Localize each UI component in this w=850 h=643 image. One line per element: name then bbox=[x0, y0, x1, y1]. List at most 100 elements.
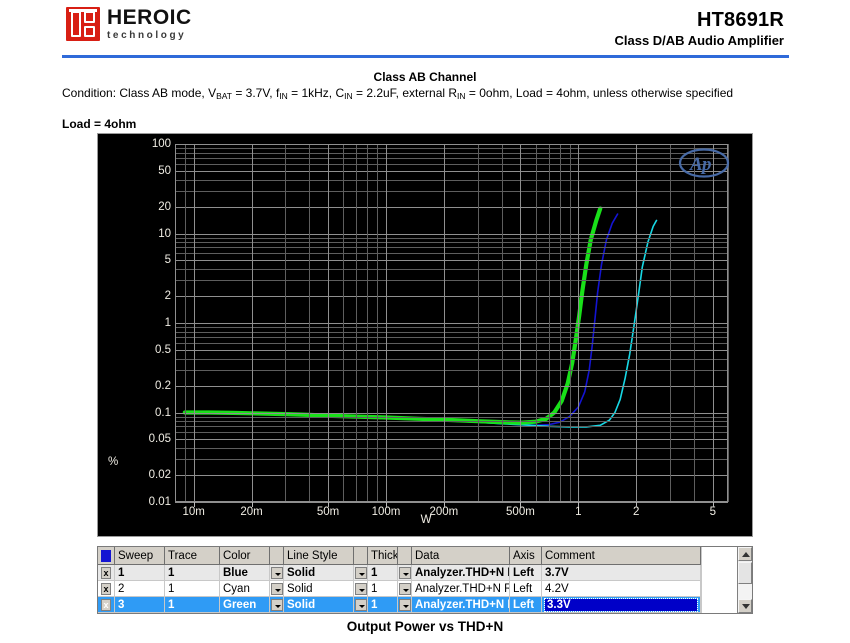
line-style-dropdown[interactable] bbox=[354, 597, 368, 612]
legend-empty-area bbox=[701, 547, 737, 613]
gridline-v bbox=[443, 144, 445, 502]
plot-border bbox=[175, 501, 728, 502]
cell-thick[interactable]: 1 bbox=[368, 565, 398, 580]
chevron-down-icon[interactable] bbox=[398, 598, 411, 611]
x-axis-tick bbox=[520, 502, 522, 507]
scroll-down-icon[interactable] bbox=[738, 599, 752, 613]
row-toggle[interactable]: x bbox=[98, 597, 115, 612]
chevron-down-icon[interactable] bbox=[270, 566, 283, 579]
part-number: HT8691R bbox=[697, 9, 784, 31]
gridline-h bbox=[175, 426, 728, 428]
cell-axis[interactable]: Left bbox=[510, 565, 542, 580]
close-icon[interactable]: x bbox=[101, 582, 111, 595]
cell-axis[interactable]: Left bbox=[510, 581, 542, 596]
row-toggle[interactable]: x bbox=[98, 581, 115, 596]
scrollbar-track[interactable] bbox=[738, 584, 752, 599]
x-axis-tick-label: 500m bbox=[506, 506, 535, 518]
gridline-h bbox=[175, 336, 728, 338]
y-axis-title: % bbox=[108, 456, 119, 468]
plot-border bbox=[727, 144, 728, 502]
table-row[interactable]: x 1 1 Blue Solid 1 Analyzer.THD+N L Left… bbox=[98, 565, 701, 581]
col-header-sweep[interactable]: Sweep bbox=[115, 547, 165, 564]
svg-text:A: A bbox=[689, 154, 703, 175]
gridline-h bbox=[175, 157, 728, 159]
close-icon[interactable]: x bbox=[101, 566, 111, 579]
col-header-axis[interactable]: Axis bbox=[510, 547, 542, 564]
trace-legend-table[interactable]: Sweep Trace Color Line Style Thick Data … bbox=[97, 546, 753, 614]
thick-dropdown[interactable] bbox=[398, 597, 412, 612]
chevron-down-icon[interactable] bbox=[354, 598, 367, 611]
gridline-v bbox=[377, 144, 379, 502]
chevron-down-icon[interactable] bbox=[270, 582, 283, 595]
chevron-down-icon[interactable] bbox=[270, 598, 283, 611]
cell-data[interactable]: Analyzer.THD+N R bbox=[412, 581, 510, 596]
gridline-v bbox=[548, 144, 550, 502]
close-icon[interactable]: x bbox=[101, 598, 111, 611]
scrollbar-thumb[interactable] bbox=[738, 562, 752, 584]
cell-data[interactable]: Analyzer.THD+N L bbox=[412, 597, 510, 612]
y-axis-tick-label: 0.01 bbox=[148, 496, 171, 508]
cell-comment[interactable]: 3.3V bbox=[542, 597, 701, 612]
cell-thick[interactable]: 1 bbox=[368, 581, 398, 596]
cond-sym-rin: R bbox=[448, 86, 458, 100]
col-header-trace[interactable]: Trace bbox=[165, 547, 220, 564]
cell-trace[interactable]: 1 bbox=[165, 597, 220, 612]
color-dropdown[interactable] bbox=[270, 565, 284, 580]
gridline-v bbox=[578, 144, 580, 502]
cell-axis[interactable]: Left bbox=[510, 597, 542, 612]
thick-dropdown[interactable] bbox=[398, 581, 412, 596]
gridline-h bbox=[175, 459, 728, 461]
col-header-thick[interactable]: Thick bbox=[368, 547, 398, 564]
row-toggle[interactable]: x bbox=[98, 565, 115, 580]
cell-line-style[interactable]: Solid bbox=[284, 581, 354, 596]
legend-header-row: Sweep Trace Color Line Style Thick Data … bbox=[98, 547, 701, 565]
gridline-v bbox=[285, 144, 287, 502]
color-dropdown[interactable] bbox=[270, 581, 284, 596]
cell-thick[interactable]: 1 bbox=[368, 597, 398, 612]
cell-trace[interactable]: 1 bbox=[165, 581, 220, 596]
chevron-down-icon[interactable] bbox=[398, 566, 411, 579]
gridline-v bbox=[670, 144, 672, 502]
cell-comment[interactable]: 4.2V bbox=[542, 581, 701, 596]
cell-line-style[interactable]: Solid bbox=[284, 565, 354, 580]
cell-color[interactable]: Blue bbox=[220, 565, 270, 580]
cell-sweep[interactable]: 1 bbox=[115, 565, 165, 580]
line-style-dropdown[interactable] bbox=[354, 565, 368, 580]
x-axis-tick-label: 5 bbox=[709, 506, 716, 518]
chevron-down-icon[interactable] bbox=[354, 582, 367, 595]
x-axis-tick bbox=[328, 502, 330, 507]
cell-sweep[interactable]: 2 bbox=[115, 581, 165, 596]
col-header-thick-spacer bbox=[398, 547, 412, 564]
gridline-h bbox=[175, 253, 728, 255]
gridline-h bbox=[175, 432, 728, 434]
thick-dropdown[interactable] bbox=[398, 565, 412, 580]
col-header-comment[interactable]: Comment bbox=[542, 547, 701, 564]
y-axis-tick-label: 0.02 bbox=[148, 469, 171, 482]
gridline-v bbox=[520, 144, 522, 502]
cell-sweep[interactable]: 3 bbox=[115, 597, 165, 612]
cell-comment[interactable]: 3.7V bbox=[542, 565, 701, 580]
scroll-up-icon[interactable] bbox=[738, 547, 752, 561]
cell-color[interactable]: Cyan bbox=[220, 581, 270, 596]
chevron-down-icon[interactable] bbox=[398, 582, 411, 595]
col-header-line-style[interactable]: Line Style bbox=[284, 547, 354, 564]
cell-trace[interactable]: 1 bbox=[165, 565, 220, 580]
cell-comment-selected[interactable]: 3.3V bbox=[544, 597, 698, 612]
x-axis-tick bbox=[636, 502, 638, 507]
gridline-h bbox=[175, 331, 728, 333]
table-row[interactable]: x 3 1 Green Solid 1 Analyzer.THD+N L Lef… bbox=[98, 597, 701, 613]
line-style-dropdown[interactable] bbox=[354, 581, 368, 596]
cond-sub-bat: BAT bbox=[216, 91, 232, 101]
cell-data[interactable]: Analyzer.THD+N L bbox=[412, 565, 510, 580]
col-header-data[interactable]: Data bbox=[412, 547, 510, 564]
cell-color[interactable]: Green bbox=[220, 597, 270, 612]
color-dropdown[interactable] bbox=[270, 597, 284, 612]
cell-line-style[interactable]: Solid bbox=[284, 597, 354, 612]
svg-text:p: p bbox=[700, 154, 712, 175]
col-header-color[interactable]: Color bbox=[220, 547, 270, 564]
gridline-v bbox=[343, 144, 345, 502]
chevron-down-icon[interactable] bbox=[354, 566, 367, 579]
legend-scrollbar[interactable] bbox=[737, 547, 752, 613]
table-row[interactable]: x 2 1 Cyan Solid 1 Analyzer.THD+N R Left… bbox=[98, 581, 701, 597]
x-axis-tick bbox=[385, 502, 387, 507]
